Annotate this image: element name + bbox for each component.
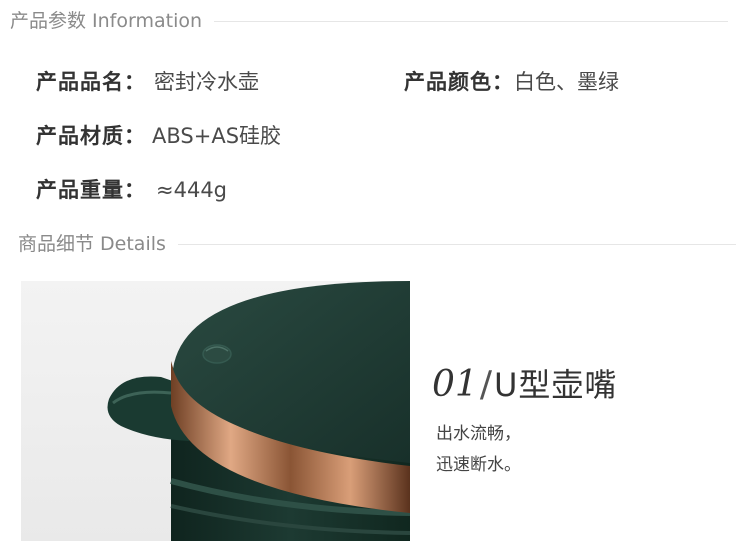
- spec-color-label: 产品颜色：: [404, 70, 514, 94]
- spec-material-label: 产品材质：: [36, 124, 146, 148]
- feature-number: 01: [432, 364, 478, 405]
- feature-slash: /: [479, 364, 492, 405]
- information-divider: [214, 21, 728, 22]
- kettle-spout-illustration: [107, 281, 410, 541]
- information-header: 产品参数 Information: [0, 6, 750, 36]
- spec-product-name: 产品品名： 密封冷水壶: [36, 66, 259, 96]
- spec-product-weight: 产品重量： ≈444g: [36, 174, 227, 204]
- spec-color-value: 白色、墨绿: [514, 70, 619, 94]
- spec-product-color: 产品颜色：白色、墨绿: [404, 66, 619, 96]
- feature-name: U型壶嘴: [493, 366, 618, 404]
- spec-product-material: 产品材质： ABS+AS硅胶: [36, 120, 281, 150]
- spec-material-value: ABS+AS硅胶: [152, 124, 282, 148]
- spec-name-value: 密封冷水壶: [154, 70, 259, 94]
- information-title: 产品参数 Information: [10, 6, 211, 36]
- product-detail-photo: [21, 281, 410, 541]
- feature-desc-line-1: 出水流畅，: [436, 424, 521, 444]
- spec-name-label: 产品品名：: [36, 70, 146, 94]
- feature-desc-line-2: 迅速断水。: [436, 455, 521, 475]
- spec-weight-value: ≈444g: [156, 178, 228, 202]
- feature-heading: 01/U型壶嘴: [432, 360, 617, 406]
- details-divider: [178, 244, 736, 245]
- feature-description: 出水流畅， 迅速断水。: [436, 419, 521, 481]
- details-title: 商品细节 Details: [18, 229, 174, 259]
- spec-weight-label: 产品重量：: [36, 178, 146, 202]
- details-header: 商品细节 Details: [0, 229, 750, 259]
